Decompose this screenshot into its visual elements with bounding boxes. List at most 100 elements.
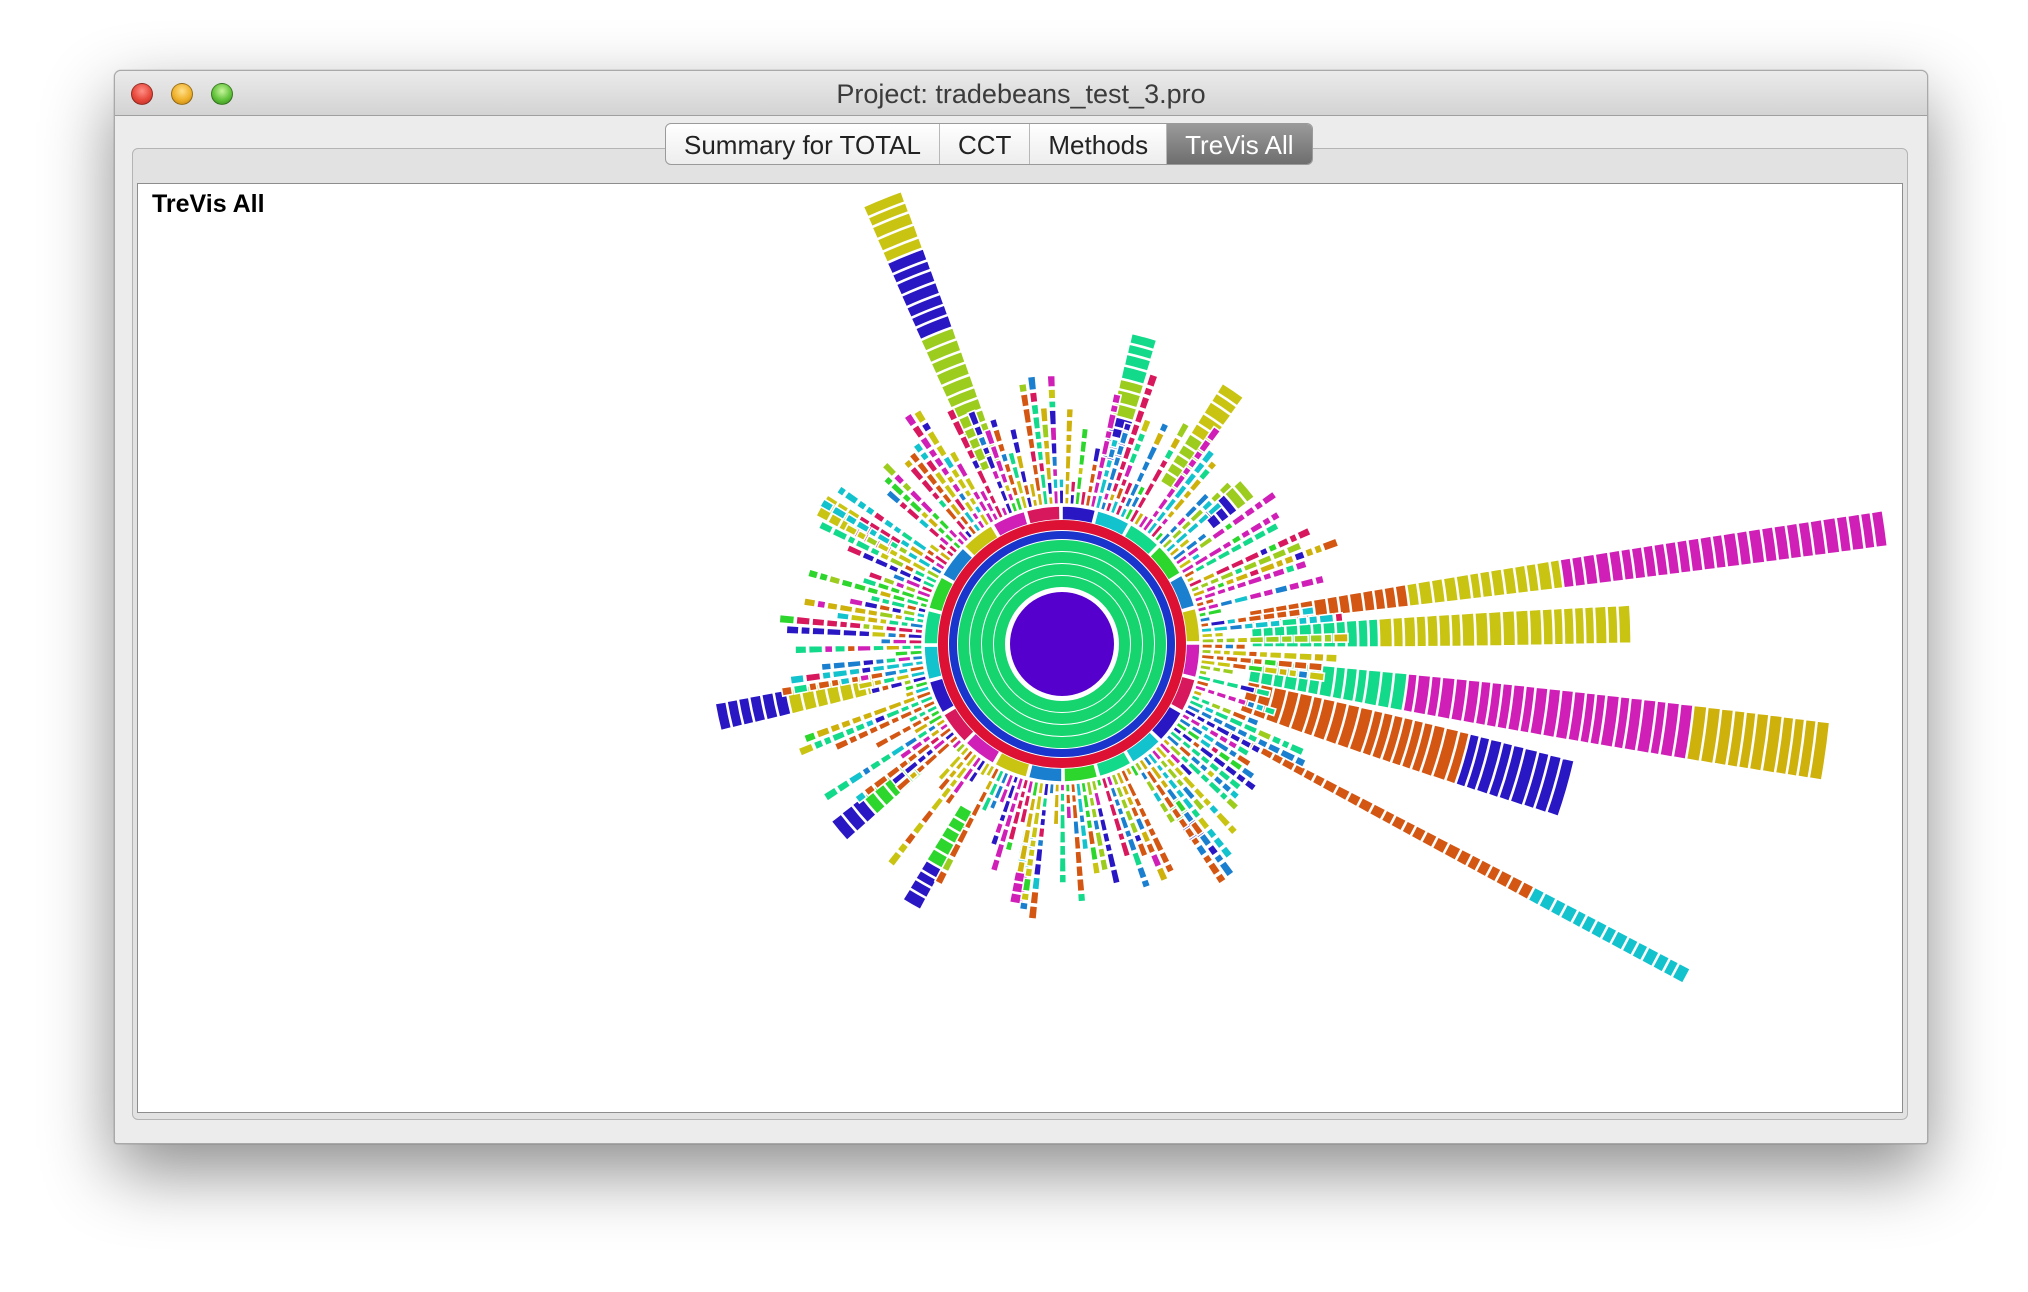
- branch-segment[interactable]: [1213, 631, 1225, 639]
- branch-segment[interactable]: [1047, 495, 1055, 506]
- branch-segment[interactable]: [1222, 649, 1232, 657]
- trevis-view[interactable]: TreVis All: [137, 183, 1903, 1113]
- branch-segment[interactable]: [1091, 818, 1102, 832]
- branch-segment[interactable]: [1303, 546, 1316, 559]
- branch-segment[interactable]: [1226, 693, 1238, 704]
- branch-segment[interactable]: [1224, 636, 1237, 644]
- branch-segment[interactable]: [1243, 621, 1255, 631]
- root-node[interactable]: [1010, 592, 1114, 696]
- ray-2-segment[interactable]: [1367, 617, 1380, 648]
- branch-segment[interactable]: [1151, 430, 1166, 448]
- branch-segment[interactable]: [1252, 657, 1264, 666]
- branch-segment[interactable]: [1052, 489, 1060, 506]
- branch-segment[interactable]: [1247, 650, 1259, 658]
- branch-segment[interactable]: [1019, 392, 1031, 409]
- branch-segment[interactable]: [1210, 677, 1227, 687]
- branch-segment[interactable]: [1142, 481, 1157, 498]
- branch-segment[interactable]: [1213, 643, 1224, 650]
- branch-segment[interactable]: [1030, 876, 1042, 891]
- branch-segment[interactable]: [1038, 817, 1047, 827]
- branch-segment[interactable]: [1021, 407, 1033, 425]
- branch-segment[interactable]: [1089, 806, 1099, 820]
- branch-segment[interactable]: [1225, 680, 1240, 691]
- branch-segment[interactable]: [1109, 867, 1122, 886]
- ray-2-segment[interactable]: [1449, 612, 1463, 648]
- branch-segment[interactable]: [1254, 702, 1266, 713]
- branch-segment[interactable]: [1298, 651, 1314, 662]
- ray-2-segment[interactable]: [1473, 611, 1490, 648]
- branch-segment[interactable]: [1058, 477, 1065, 489]
- branch-segment[interactable]: [1080, 837, 1090, 851]
- branch-segment[interactable]: [871, 510, 887, 525]
- branch-segment[interactable]: [884, 624, 898, 633]
- branch-segment[interactable]: [1334, 611, 1344, 623]
- branch-segment[interactable]: [1069, 782, 1077, 794]
- branch-segment[interactable]: [873, 735, 891, 750]
- branch-segment[interactable]: [839, 676, 852, 687]
- branch-segment[interactable]: [1137, 805, 1149, 820]
- branch-segment[interactable]: [1064, 433, 1074, 443]
- branch-segment[interactable]: [1207, 802, 1221, 817]
- branch-segment[interactable]: [789, 673, 806, 686]
- branch-segment[interactable]: [795, 615, 812, 627]
- branch-segment[interactable]: [1065, 804, 1073, 820]
- branch-segment[interactable]: [910, 820, 927, 837]
- branch-segment[interactable]: [807, 681, 819, 693]
- branch-segment[interactable]: [1058, 813, 1067, 830]
- branch-segment[interactable]: [1110, 392, 1123, 406]
- branch-segment[interactable]: [1245, 699, 1257, 710]
- branch-segment[interactable]: [882, 517, 896, 531]
- branch-segment[interactable]: [1309, 633, 1324, 644]
- branch-segment[interactable]: [1059, 783, 1066, 792]
- branch-segment[interactable]: [1168, 435, 1183, 452]
- branch-segment[interactable]: [1078, 439, 1088, 454]
- branch-segment[interactable]: [1218, 598, 1234, 608]
- branch-segment[interactable]: [914, 627, 924, 635]
- branch-segment[interactable]: [1287, 607, 1302, 619]
- branch-segment[interactable]: [1018, 900, 1030, 912]
- branch-segment[interactable]: [1051, 477, 1059, 490]
- branch-segment[interactable]: [1205, 687, 1217, 697]
- branch-segment[interactable]: [1058, 830, 1067, 845]
- branch-segment[interactable]: [1028, 390, 1039, 404]
- ray-2-segment[interactable]: [1541, 607, 1555, 646]
- branch-segment[interactable]: [1234, 643, 1247, 651]
- branch-segment[interactable]: [1200, 626, 1213, 634]
- branch-segment[interactable]: [887, 618, 901, 627]
- ray-2-segment[interactable]: [1552, 607, 1565, 646]
- branch-segment[interactable]: [1287, 532, 1300, 545]
- branch-segment[interactable]: [1076, 466, 1085, 476]
- ray-2-segment[interactable]: [1391, 616, 1405, 648]
- branch-segment[interactable]: [778, 613, 796, 626]
- branch-segment[interactable]: [878, 751, 894, 766]
- branch-segment[interactable]: [823, 644, 834, 654]
- branch-segment[interactable]: [846, 659, 863, 669]
- branch-segment[interactable]: [872, 678, 884, 688]
- branch-segment[interactable]: [821, 734, 834, 747]
- branch-segment[interactable]: [1268, 650, 1283, 660]
- branch-segment[interactable]: [1064, 793, 1072, 805]
- branch-segment[interactable]: [969, 801, 983, 819]
- branch-segment[interactable]: [1063, 496, 1071, 506]
- branch-segment[interactable]: [963, 475, 978, 493]
- branch-segment[interactable]: [849, 613, 868, 623]
- branch-segment[interactable]: [891, 524, 904, 536]
- branch-segment[interactable]: [858, 673, 871, 683]
- branch-segment[interactable]: [870, 630, 887, 639]
- branch-segment[interactable]: [1072, 819, 1081, 836]
- branch-segment[interactable]: [1254, 620, 1270, 630]
- branch-segment[interactable]: [1268, 510, 1282, 523]
- branch-segment[interactable]: [825, 600, 840, 612]
- branch-segment[interactable]: [897, 667, 910, 676]
- branch-segment[interactable]: [919, 808, 936, 826]
- branch-segment[interactable]: [811, 626, 826, 637]
- branch-segment[interactable]: [891, 638, 908, 645]
- branch-segment[interactable]: [842, 489, 861, 506]
- branch-segment[interactable]: [1008, 427, 1020, 442]
- branch-segment[interactable]: [1225, 617, 1237, 626]
- branch-segment[interactable]: [1258, 650, 1269, 659]
- branch-segment[interactable]: [839, 577, 855, 590]
- ray-2-segment[interactable]: [1606, 604, 1619, 645]
- branch-segment[interactable]: [1028, 449, 1039, 464]
- branch-segment[interactable]: [1070, 793, 1078, 804]
